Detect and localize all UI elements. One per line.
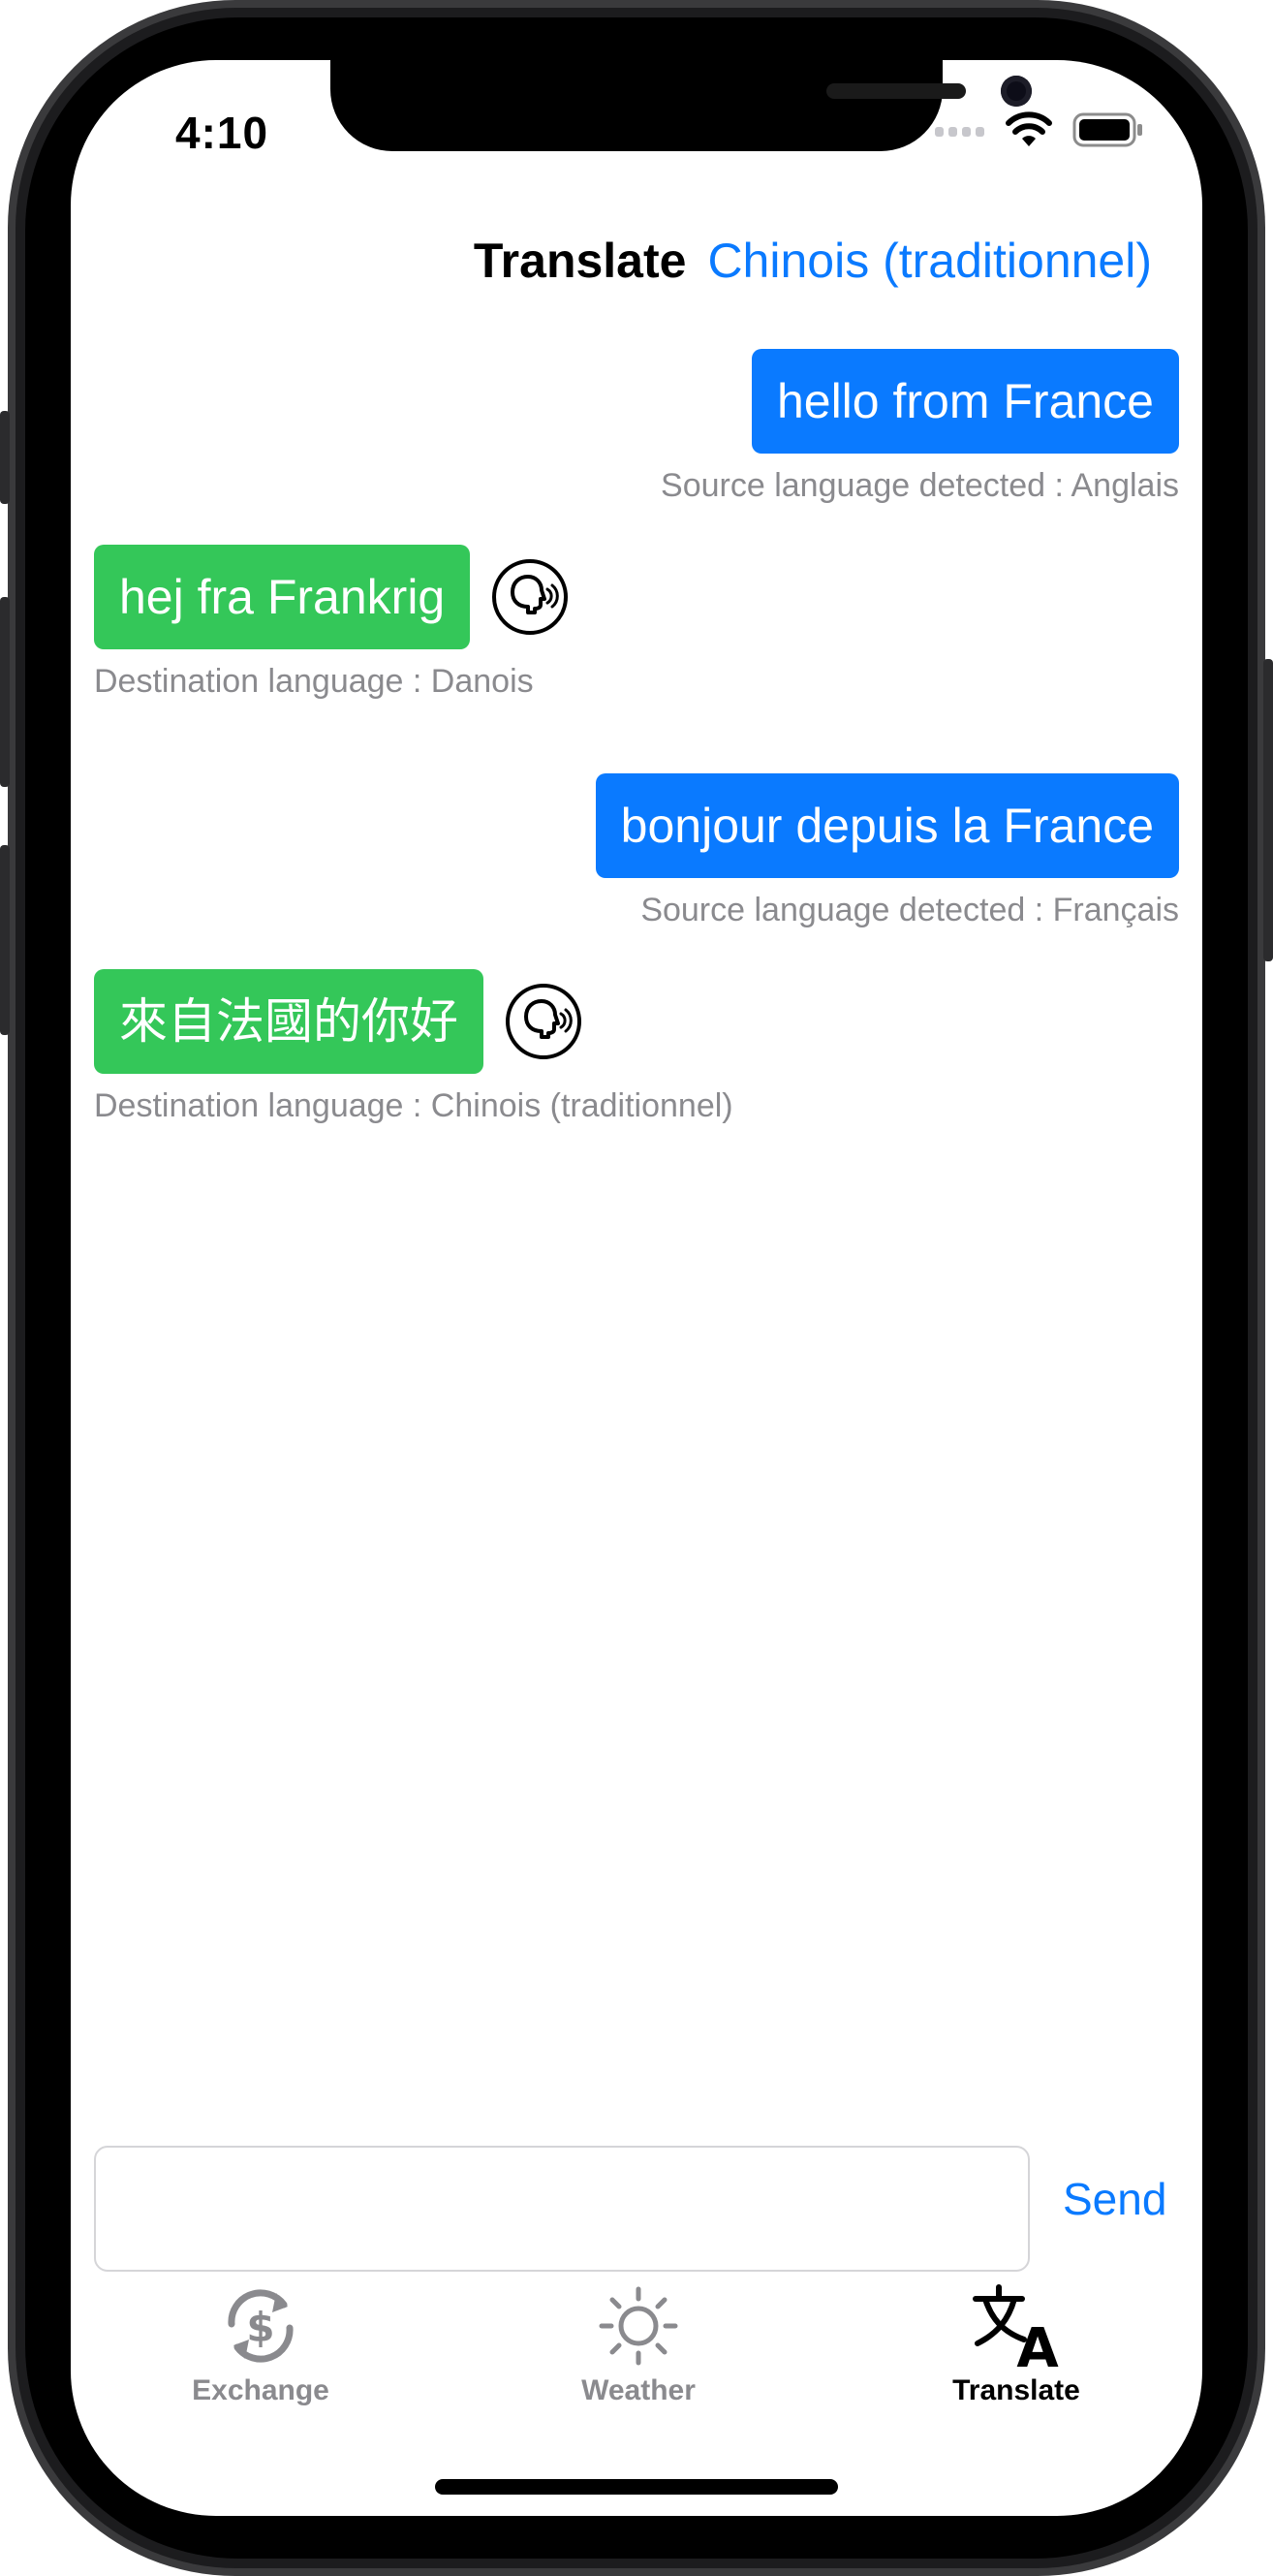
status-icons xyxy=(935,110,1144,149)
tab-bar: $ Exchange Weather A Translate xyxy=(71,2279,1202,2425)
wifi-icon xyxy=(1006,111,1052,146)
translation-message-row: 來自法國的你好 xyxy=(94,969,582,1074)
exchange-icon: $ xyxy=(228,2289,294,2363)
source-message-row: bonjour depuis la France xyxy=(595,773,1179,878)
tab-label: Translate xyxy=(952,2374,1080,2406)
send-button[interactable]: Send xyxy=(1063,2173,1166,2225)
navigation-bar: Translate Chinois (traditionnel) xyxy=(474,233,1152,289)
mute-switch xyxy=(0,411,10,504)
nav-title: Translate xyxy=(473,234,687,288)
tab-label: Weather xyxy=(581,2374,696,2406)
battery-icon xyxy=(1072,112,1142,147)
earpiece-speaker xyxy=(826,83,966,99)
message-input[interactable] xyxy=(94,2146,1030,2272)
tab-translate[interactable]: A Translate xyxy=(871,2279,1162,2407)
home-indicator[interactable] xyxy=(435,2479,838,2495)
speak-icon[interactable] xyxy=(505,983,582,1060)
volume-up-button xyxy=(0,597,10,787)
speak-icon[interactable] xyxy=(491,558,569,636)
language-selector-button[interactable]: Chinois (traditionnel) xyxy=(707,233,1152,289)
destination-language-caption: Destination language : Danois xyxy=(94,663,534,700)
source-message-row: hello from France xyxy=(751,349,1179,454)
status-time: 4:10 xyxy=(175,108,269,158)
front-camera xyxy=(1001,76,1032,107)
svg-text:A: A xyxy=(1016,2317,1059,2371)
translation-bubble: hej fra Frankrig xyxy=(94,545,471,649)
cellular-signal-icon xyxy=(935,127,984,137)
volume-down-button xyxy=(0,845,10,1035)
source-language-caption: Source language detected : Anglais xyxy=(661,467,1179,504)
translate-icon: A xyxy=(973,2284,1059,2371)
power-button xyxy=(1263,659,1273,961)
source-message-bubble: bonjour depuis la France xyxy=(595,773,1179,878)
tab-exchange[interactable]: $ Exchange xyxy=(115,2279,406,2407)
app-screen: 4:10 Translate Chinois (traditionnel) he… xyxy=(71,60,1202,2516)
translation-bubble: 來自法國的你好 xyxy=(94,969,483,1074)
source-language-caption: Source language detected : Français xyxy=(640,892,1179,928)
destination-language-caption: Destination language : Chinois (traditio… xyxy=(94,1087,733,1124)
source-message-bubble: hello from France xyxy=(751,349,1179,454)
tab-label: Exchange xyxy=(192,2374,329,2406)
sun-icon xyxy=(599,2286,678,2366)
tab-weather[interactable]: Weather xyxy=(493,2279,784,2407)
svg-text:$: $ xyxy=(246,2304,274,2351)
notch xyxy=(330,60,1032,151)
translation-message-row: hej fra Frankrig xyxy=(94,545,569,649)
